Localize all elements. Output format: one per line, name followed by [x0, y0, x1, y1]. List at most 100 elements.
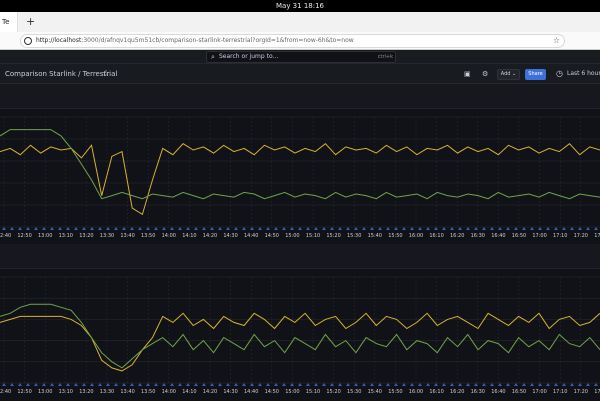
annotation-marker[interactable]	[346, 383, 350, 386]
annotation-marker[interactable]	[538, 227, 542, 230]
annotation-marker[interactable]	[442, 383, 446, 386]
annotation-marker[interactable]	[282, 383, 286, 386]
annotation-marker[interactable]	[66, 227, 70, 230]
annotation-marker[interactable]	[346, 227, 350, 230]
annotation-marker[interactable]	[434, 383, 438, 386]
annotation-marker[interactable]	[2, 383, 6, 386]
clock[interactable]: May 31 18:16	[276, 2, 324, 10]
timeseries-panel-1[interactable]: 12:40 12:50 13:00 13:10 13:20 13:30 13:40 13:50…	[0, 108, 600, 244]
annotation-marker[interactable]	[338, 383, 342, 386]
annotation-marker[interactable]	[242, 227, 246, 230]
annotation-marker[interactable]	[18, 383, 22, 386]
annotation-marker[interactable]	[466, 383, 470, 386]
annotation-marker[interactable]	[386, 227, 390, 230]
annotation-marker[interactable]	[402, 383, 406, 386]
annotation-marker[interactable]	[562, 227, 566, 230]
annotation-marker[interactable]	[314, 383, 318, 386]
annotation-marker[interactable]	[386, 383, 390, 386]
annotation-marker[interactable]	[50, 227, 54, 230]
new-tab-button[interactable]: +	[26, 12, 35, 32]
annotation-marker[interactable]	[306, 227, 310, 230]
annotation-marker[interactable]	[138, 383, 142, 386]
timeseries-panel-2[interactable]: 12:40 12:50 13:00 13:10 13:20 13:30 13:40 13:50…	[0, 268, 600, 400]
annotation-marker[interactable]	[58, 227, 62, 230]
annotation-marker[interactable]	[114, 227, 118, 230]
annotation-marker[interactable]	[26, 383, 30, 386]
annotation-marker[interactable]	[82, 383, 86, 386]
annotation-marker[interactable]	[538, 383, 542, 386]
annotation-marker[interactable]	[554, 227, 558, 230]
annotation-marker[interactable]	[546, 227, 550, 230]
annotation-marker[interactable]	[498, 227, 502, 230]
annotation-marker[interactable]	[394, 227, 398, 230]
annotation-marker[interactable]	[266, 227, 270, 230]
annotation-marker[interactable]	[434, 227, 438, 230]
address-bar[interactable]: http://localhost:3000/d/afnqv1qu5m51cb/c…	[20, 34, 565, 48]
annotation-marker[interactable]	[426, 227, 430, 230]
annotation-marker[interactable]	[162, 383, 166, 386]
annotation-marker[interactable]	[82, 227, 86, 230]
annotation-marker[interactable]	[298, 227, 302, 230]
annotation-marker[interactable]	[282, 227, 286, 230]
annotation-marker[interactable]	[210, 383, 214, 386]
annotation-marker[interactable]	[34, 383, 38, 386]
annotation-marker[interactable]	[418, 227, 422, 230]
annotation-marker[interactable]	[170, 227, 174, 230]
annotation-marker[interactable]	[42, 227, 46, 230]
series-line-yellow[interactable]	[0, 143, 600, 216]
annotation-marker[interactable]	[226, 383, 230, 386]
annotation-marker[interactable]	[178, 383, 182, 386]
annotation-marker[interactable]	[274, 383, 278, 386]
annotation-marker[interactable]	[146, 227, 150, 230]
annotation-marker[interactable]	[474, 383, 478, 386]
annotation-marker[interactable]	[138, 227, 142, 230]
annotation-marker[interactable]	[458, 383, 462, 386]
annotation-marker[interactable]	[162, 227, 166, 230]
share-button[interactable]: Share	[525, 69, 546, 80]
annotation-marker[interactable]	[74, 383, 78, 386]
annotation-marker[interactable]	[130, 383, 134, 386]
annotation-marker[interactable]	[314, 227, 318, 230]
annotation-marker[interactable]	[186, 227, 190, 230]
annotation-marker[interactable]	[554, 383, 558, 386]
annotation-marker[interactable]	[354, 383, 358, 386]
annotation-marker[interactable]	[66, 383, 70, 386]
bookmark-star-icon[interactable]: ☆	[553, 35, 560, 47]
add-button[interactable]: Add ⌄	[497, 69, 520, 80]
annotation-marker[interactable]	[210, 227, 214, 230]
annotation-marker[interactable]	[330, 227, 334, 230]
save-icon[interactable]: ▣	[464, 64, 471, 84]
annotation-marker[interactable]	[594, 383, 598, 386]
annotation-marker[interactable]	[90, 227, 94, 230]
annotation-marker[interactable]	[106, 227, 110, 230]
annotation-marker[interactable]	[42, 383, 46, 386]
annotation-marker[interactable]	[122, 227, 126, 230]
annotation-marker[interactable]	[370, 383, 374, 386]
annotation-marker[interactable]	[450, 227, 454, 230]
annotation-marker[interactable]	[250, 383, 254, 386]
annotation-marker[interactable]	[178, 227, 182, 230]
annotation-marker[interactable]	[186, 383, 190, 386]
annotation-marker[interactable]	[298, 383, 302, 386]
annotation-marker[interactable]	[242, 383, 246, 386]
annotation-marker[interactable]	[154, 227, 158, 230]
annotation-marker[interactable]	[10, 227, 14, 230]
annotation-marker[interactable]	[466, 227, 470, 230]
annotation-marker[interactable]	[10, 383, 14, 386]
annotation-marker[interactable]	[250, 227, 254, 230]
annotation-marker[interactable]	[50, 383, 54, 386]
annotation-marker[interactable]	[74, 227, 78, 230]
annotation-marker[interactable]	[202, 383, 206, 386]
annotation-marker[interactable]	[194, 383, 198, 386]
annotation-marker[interactable]	[570, 227, 574, 230]
annotation-marker[interactable]	[586, 383, 590, 386]
annotation-marker[interactable]	[394, 383, 398, 386]
annotation-marker[interactable]	[530, 383, 534, 386]
annotation-marker[interactable]	[306, 383, 310, 386]
browser-tab[interactable]: Te	[0, 12, 18, 32]
annotation-marker[interactable]	[370, 227, 374, 230]
annotation-marker[interactable]	[586, 227, 590, 230]
annotation-marker[interactable]	[378, 227, 382, 230]
annotation-marker[interactable]	[234, 383, 238, 386]
annotation-marker[interactable]	[258, 227, 262, 230]
